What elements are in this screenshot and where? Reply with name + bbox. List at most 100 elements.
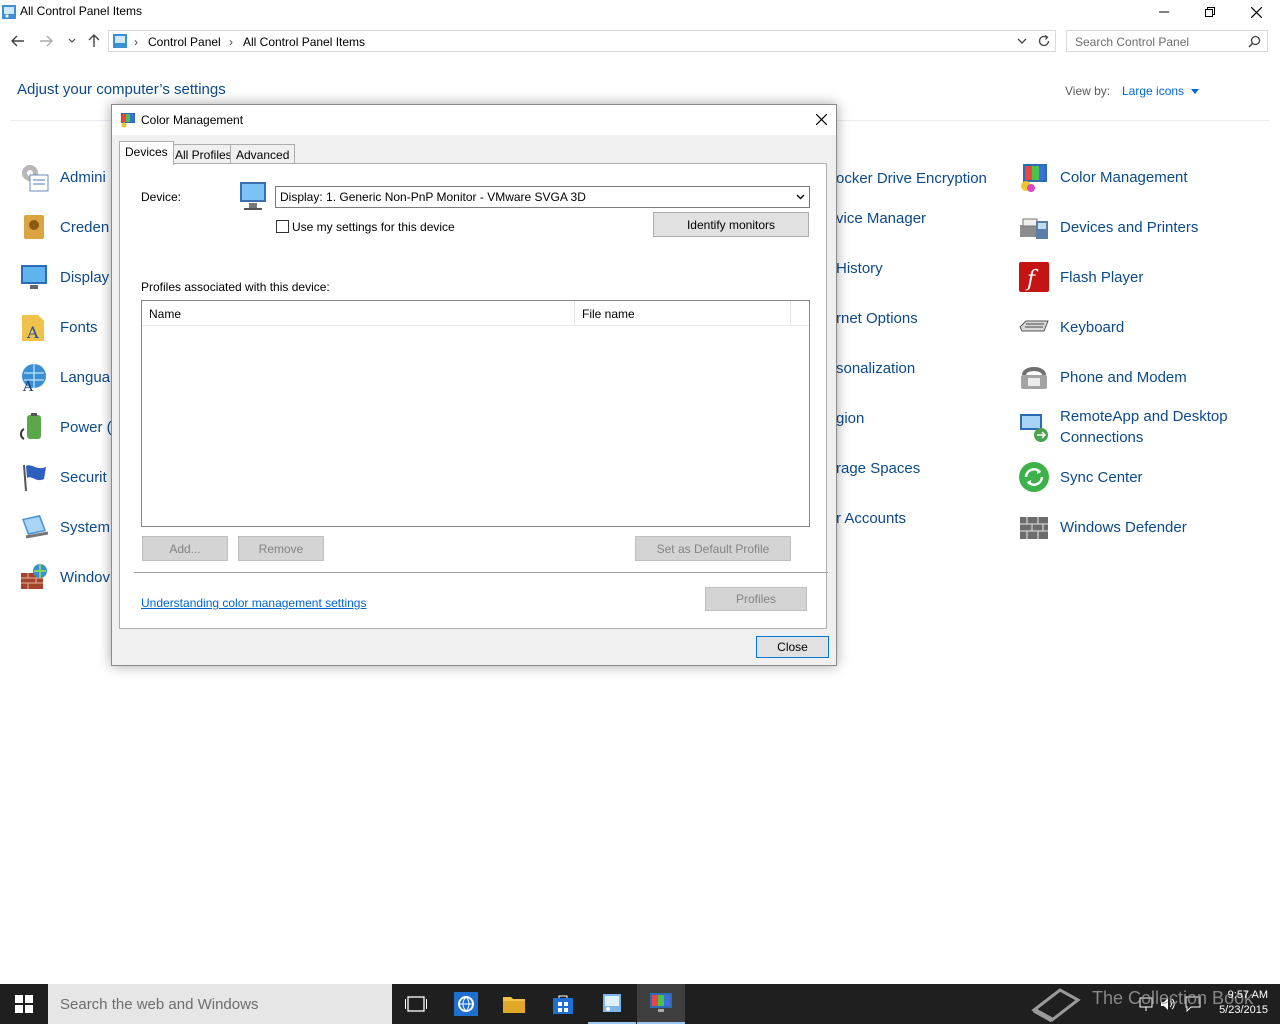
close-window-button[interactable]	[1233, 0, 1279, 24]
credential-manager-icon	[18, 211, 50, 243]
control-panel-taskbar-icon[interactable]	[588, 984, 636, 1024]
restore-button[interactable]	[1187, 0, 1233, 24]
clock-date: 5/23/2015	[1219, 1004, 1268, 1016]
cp-item-internet-options[interactable]: rnet Options	[836, 310, 987, 360]
page-title: Adjust your computer’s settings	[17, 81, 226, 98]
navigation-bar: › Control Panel › All Control Panel Item…	[0, 28, 1280, 54]
cp-item-windows-defender[interactable]: Windows Defender	[1018, 502, 1268, 552]
cp-item-security-maintenance[interactable]: Securit	[18, 452, 112, 502]
cp-item-keyboard[interactable]: Keyboard	[1018, 302, 1268, 352]
tab-advanced[interactable]: Advanced	[230, 144, 296, 164]
back-button[interactable]	[8, 30, 28, 52]
task-view-icon[interactable]	[392, 984, 440, 1024]
items-right-column: Color Management Devices and Printers f …	[1018, 152, 1268, 552]
set-default-profile-button[interactable]: Set as Default Profile	[635, 536, 791, 561]
device-label: Device:	[141, 190, 182, 204]
flash-player-icon: f	[1018, 261, 1050, 293]
security-icon	[18, 461, 50, 493]
taskbar-search-box[interactable]: Search the web and Windows	[48, 984, 392, 1024]
cp-item-sync-center[interactable]: Sync Center	[1018, 452, 1268, 502]
search-icon[interactable]	[1248, 35, 1261, 48]
cp-item-credential-manager[interactable]: Creden	[18, 202, 112, 252]
cp-item-phone-modem[interactable]: Phone and Modem	[1018, 352, 1268, 402]
view-by-dropdown[interactable]: Large icons	[1122, 84, 1200, 98]
up-button[interactable]	[84, 30, 104, 52]
remove-profile-button[interactable]: Remove	[238, 536, 324, 561]
view-by-value: Large icons	[1122, 84, 1185, 98]
color-management-taskbar-icon[interactable]	[637, 984, 685, 1024]
view-by-label: View by:	[1065, 84, 1111, 98]
address-bar[interactable]: › Control Panel › All Control Panel Item…	[108, 30, 1056, 52]
monitor-icon	[238, 180, 268, 212]
edge-browser-icon[interactable]	[442, 984, 490, 1024]
cp-item-devices-printers[interactable]: Devices and Printers	[1018, 202, 1268, 252]
cp-item-personalization[interactable]: sonalization	[836, 360, 987, 410]
tab-devices[interactable]: Devices	[119, 141, 174, 165]
cp-item-bitlocker[interactable]: ocker Drive Encryption	[836, 160, 987, 210]
cp-item-region[interactable]: gion	[836, 410, 987, 460]
svg-text:A: A	[26, 323, 39, 342]
search-control-panel-input[interactable]: Search Control Panel	[1066, 30, 1268, 52]
forward-button[interactable]	[36, 30, 56, 52]
remoteapp-icon	[1018, 411, 1050, 443]
cp-item-display[interactable]: Display	[18, 252, 112, 302]
column-header-file-name[interactable]: File name	[575, 301, 791, 325]
cp-item-flash-player[interactable]: f Flash Player	[1018, 252, 1268, 302]
power-options-icon	[18, 411, 50, 443]
dialog-title: Color Management	[141, 113, 244, 127]
search-placeholder: Search Control Panel	[1075, 35, 1190, 49]
column-header-name[interactable]: Name	[142, 301, 575, 325]
fonts-icon: A	[18, 311, 50, 343]
dialog-title-bar: Color Management	[112, 105, 836, 135]
header-divider	[142, 325, 809, 326]
profiles-button[interactable]: Profiles	[705, 587, 807, 611]
refresh-icon[interactable]	[1037, 34, 1051, 48]
tab-all-profiles[interactable]: All Profiles	[169, 144, 238, 164]
close-button[interactable]: Close	[756, 636, 829, 658]
profiles-list[interactable]: Name File name	[141, 300, 810, 527]
use-my-settings-label: Use my settings for this device	[292, 220, 455, 234]
cp-item-fonts[interactable]: A Fonts	[18, 302, 112, 352]
breadcrumb-separator: ›	[134, 35, 138, 49]
cp-item-windows-firewall[interactable]: Windov	[18, 552, 112, 602]
identify-monitors-button[interactable]: Identify monitors	[653, 212, 809, 237]
add-profile-button[interactable]: Add...	[142, 536, 228, 561]
store-icon[interactable]	[539, 984, 587, 1024]
address-dropdown-chevron-icon[interactable]	[1017, 38, 1027, 45]
start-button[interactable]	[0, 984, 48, 1024]
svg-text:A: A	[22, 379, 34, 393]
cp-item-user-accounts[interactable]: r Accounts	[836, 510, 987, 560]
use-my-settings-checkbox[interactable]	[276, 220, 289, 233]
admin-tools-icon	[18, 161, 50, 193]
watermark-book-icon	[1030, 986, 1082, 1022]
breadcrumb-all-items[interactable]: All Control Panel Items	[243, 35, 365, 49]
taskbar-clock[interactable]: 9:57 AM 5/23/2015	[1208, 988, 1268, 1018]
devices-tab-panel: Device: Display: 1. Generic Non-PnP Moni…	[119, 163, 828, 629]
phone-modem-icon	[1018, 361, 1050, 393]
taskbar: Search the web and Windows	[0, 984, 1280, 1024]
breadcrumb-control-panel[interactable]: Control Panel	[148, 35, 221, 49]
cp-item-storage-spaces[interactable]: rage Spaces	[836, 460, 987, 510]
recent-locations-chevron-icon[interactable]	[62, 30, 82, 52]
cp-item-power-options[interactable]: Power (	[18, 402, 112, 452]
cp-item-device-manager[interactable]: vice Manager	[836, 210, 987, 260]
cp-item-file-history[interactable]: History	[836, 260, 987, 310]
system-icon	[18, 511, 50, 543]
cp-item-color-management[interactable]: Color Management	[1018, 152, 1268, 202]
windows-defender-icon	[1018, 511, 1050, 543]
file-explorer-icon[interactable]	[490, 984, 538, 1024]
dialog-close-x-button[interactable]	[808, 108, 834, 130]
minimize-button[interactable]	[1141, 0, 1187, 24]
profiles-associated-label: Profiles associated with this device:	[141, 280, 330, 294]
panel-separator	[134, 572, 828, 573]
items-middle-column: ocker Drive Encryption vice Manager Hist…	[836, 160, 987, 560]
cp-item-system[interactable]: System	[18, 502, 112, 552]
cp-item-remoteapp[interactable]: RemoteApp and Desktop Connections	[1018, 402, 1268, 452]
device-select[interactable]: Display: 1. Generic Non-PnP Monitor - VM…	[275, 186, 810, 208]
cp-item-administrative-tools[interactable]: Admini	[18, 152, 112, 202]
cp-item-language[interactable]: A Langua	[18, 352, 112, 402]
understanding-color-management-link[interactable]: Understanding color management settings	[141, 596, 366, 610]
taskbar-search-placeholder: Search the web and Windows	[60, 996, 259, 1013]
breadcrumb-separator: ›	[229, 35, 233, 49]
window-title: All Control Panel Items	[20, 4, 143, 18]
